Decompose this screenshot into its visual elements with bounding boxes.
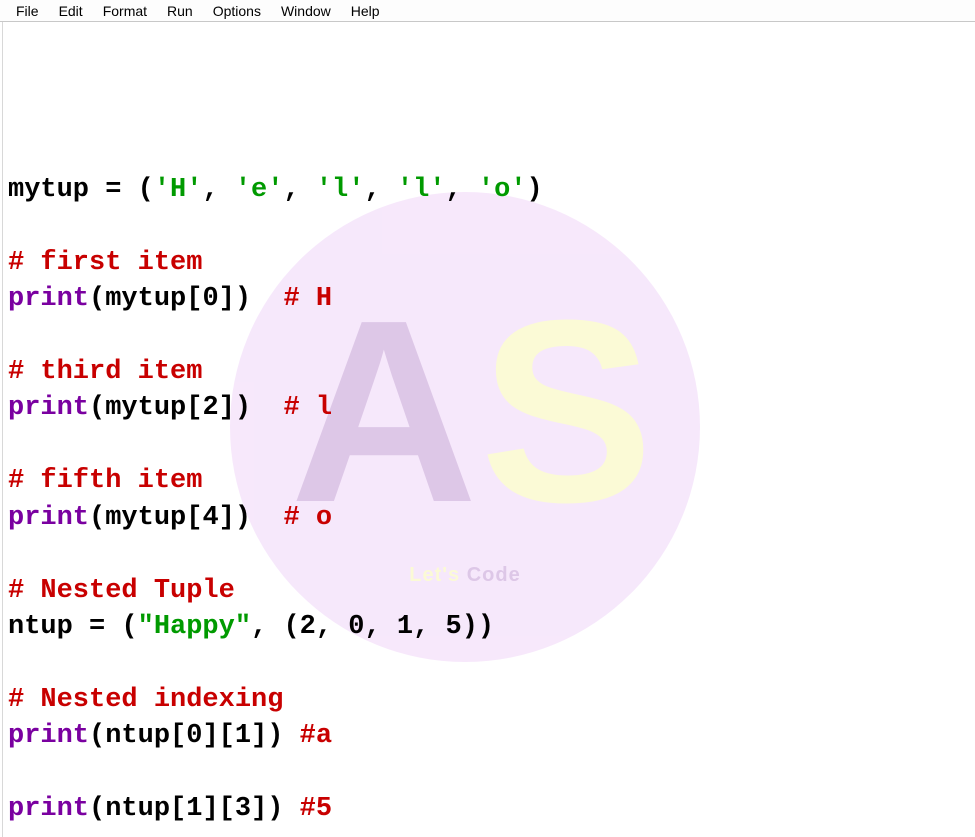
- line-12: # Nested Tuple: [8, 576, 235, 606]
- menu-bar: File Edit Format Run Options Window Help: [0, 0, 975, 22]
- menu-window[interactable]: Window: [271, 2, 341, 20]
- menu-help[interactable]: Help: [341, 2, 390, 20]
- menu-edit[interactable]: Edit: [49, 2, 93, 20]
- line-1: mytup = ('H', 'e', 'l', 'l', 'o'): [8, 175, 543, 205]
- line-9: # fifth item: [8, 466, 202, 496]
- line-10: print(mytup[4]) # o: [8, 503, 332, 533]
- line-18: print(ntup[1][3]) #5: [8, 794, 332, 824]
- menu-file[interactable]: File: [6, 2, 49, 20]
- line-3: # first item: [8, 248, 202, 278]
- menu-run[interactable]: Run: [157, 2, 203, 20]
- code-content: mytup = ('H', 'e', 'l', 'l', 'o') # firs…: [8, 135, 969, 837]
- code-editor[interactable]: A S Let's Code mytup = ('H', 'e', 'l', '…: [0, 22, 975, 837]
- line-15: # Nested indexing: [8, 685, 283, 715]
- menu-options[interactable]: Options: [203, 2, 271, 20]
- menu-format[interactable]: Format: [93, 2, 157, 20]
- line-13: ntup = ("Happy", (2, 0, 1, 5)): [8, 612, 494, 642]
- line-6: # third item: [8, 357, 202, 387]
- line-4: print(mytup[0]) # H: [8, 284, 332, 314]
- line-16: print(ntup[0][1]) #a: [8, 721, 332, 751]
- line-7: print(mytup[2]) # l: [8, 393, 332, 423]
